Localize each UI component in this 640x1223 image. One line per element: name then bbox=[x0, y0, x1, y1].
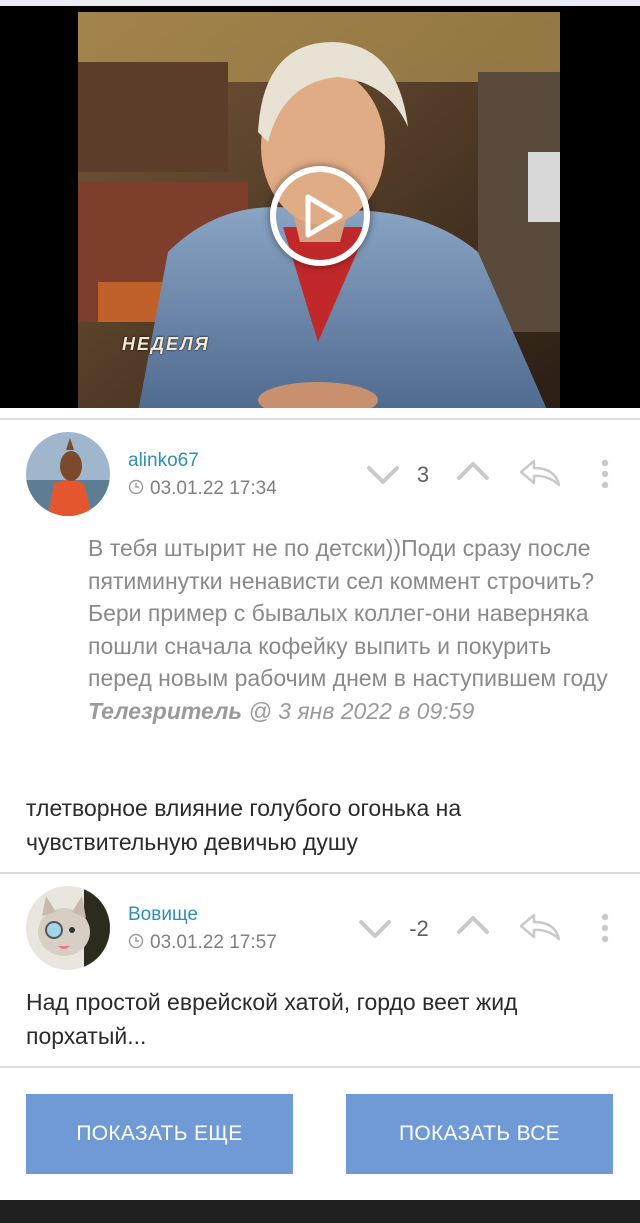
avatar[interactable] bbox=[26, 432, 110, 516]
comment-score: 3 bbox=[416, 462, 430, 487]
quote-author[interactable]: Телезритель bbox=[88, 698, 242, 724]
show-more-button[interactable]: ПОКАЗАТЬ ЕЩЕ bbox=[26, 1094, 293, 1174]
chevron-up-icon bbox=[457, 916, 489, 934]
comment-author[interactable]: alinko67 bbox=[128, 450, 199, 472]
avatar-image bbox=[26, 886, 110, 970]
comment-score: -2 bbox=[409, 916, 429, 941]
divider bbox=[0, 872, 640, 874]
bottom-bar bbox=[0, 1200, 640, 1223]
chevron-down-icon bbox=[359, 920, 391, 938]
divider bbox=[0, 418, 640, 420]
reply-button[interactable] bbox=[518, 458, 562, 493]
reply-button[interactable] bbox=[518, 912, 562, 947]
quoted-comment: В тебя штырит не по детски))Поди сразу п… bbox=[88, 532, 608, 727]
show-all-button[interactable]: ПОКАЗАТЬ ВСЕ bbox=[346, 1094, 613, 1174]
vote-down-button[interactable] bbox=[366, 464, 400, 491]
play-icon bbox=[305, 194, 343, 238]
more-vertical-icon bbox=[601, 913, 609, 943]
comment-author[interactable]: Вовище bbox=[128, 904, 198, 926]
chevron-up-icon bbox=[457, 462, 489, 480]
comment-timestamp: 03.01.22 17:57 bbox=[128, 932, 277, 955]
reply-arrow-icon bbox=[519, 913, 561, 941]
comment-text: тлетворное влияние голубого огонька на ч… bbox=[26, 795, 462, 855]
more-vertical-icon bbox=[601, 459, 609, 489]
comment-timestamp: 03.01.22 17:34 bbox=[128, 478, 277, 501]
vote-down-button[interactable] bbox=[358, 918, 392, 945]
quote-at: @ bbox=[248, 697, 272, 724]
avatar[interactable] bbox=[26, 886, 110, 970]
clock-icon bbox=[128, 479, 144, 501]
quote-date: 3 янв 2022 в 09:59 bbox=[278, 697, 475, 724]
comment-header: Вовище 03.01.22 17:57 -2 bbox=[0, 884, 640, 976]
comment-text: Над простой еврейской хатой, гордо веет … bbox=[26, 989, 518, 1049]
comment-header: alinko67 03.01.22 17:34 3 bbox=[0, 430, 640, 522]
chevron-down-icon bbox=[367, 466, 399, 484]
play-button[interactable] bbox=[270, 166, 370, 266]
video-player[interactable]: НЕДЕЛЯ bbox=[0, 6, 640, 408]
vote-up-button[interactable] bbox=[456, 460, 490, 487]
clock-icon bbox=[128, 933, 144, 955]
more-options-button[interactable] bbox=[598, 458, 612, 495]
reply-arrow-icon bbox=[519, 459, 561, 487]
more-options-button[interactable] bbox=[598, 912, 612, 949]
quote-meta: Телезритель @ 3 янв 2022 в 09:59 bbox=[88, 698, 474, 724]
avatar-image bbox=[26, 432, 110, 516]
vote-up-button[interactable] bbox=[456, 914, 490, 941]
comment-time-text: 03.01.22 17:34 bbox=[150, 478, 277, 499]
quote-text: В тебя штырит не по детски))Поди сразу п… bbox=[88, 535, 608, 691]
channel-logo: НЕДЕЛЯ bbox=[122, 334, 210, 354]
comment-time-text: 03.01.22 17:57 bbox=[150, 932, 277, 953]
divider bbox=[0, 1066, 640, 1068]
